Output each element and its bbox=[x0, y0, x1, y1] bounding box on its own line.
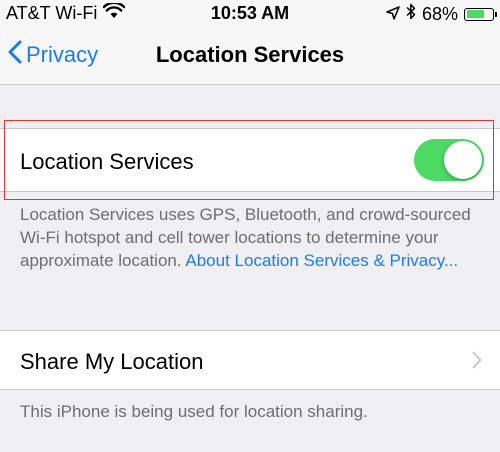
location-services-description: Location Services uses GPS, Bluetooth, a… bbox=[20, 203, 480, 272]
share-location-footer: This iPhone is being used for location s… bbox=[20, 402, 368, 421]
status-bar: AT&T Wi-Fi 10:53 AM 68% bbox=[0, 0, 500, 28]
location-services-label: Location Services bbox=[20, 149, 194, 174]
toggle-knob bbox=[444, 141, 482, 179]
page-title: Location Services bbox=[155, 42, 345, 67]
battery-fill bbox=[466, 10, 484, 18]
status-right: 68% bbox=[386, 3, 497, 25]
bluetooth-icon bbox=[406, 3, 416, 25]
battery-icon bbox=[464, 7, 497, 21]
location-services-cell: Location Services bbox=[0, 128, 500, 192]
battery-percent: 68% bbox=[421, 3, 458, 24]
navigation-bar: Privacy Location Services bbox=[0, 28, 500, 85]
share-my-location-label: Share My Location bbox=[20, 349, 204, 374]
about-location-privacy-link[interactable]: About Location Services & Privacy... bbox=[185, 251, 458, 270]
share-my-location-cell[interactable]: Share My Location bbox=[0, 330, 500, 390]
location-services-toggle[interactable] bbox=[414, 139, 484, 181]
chevron-right-icon bbox=[472, 351, 482, 374]
location-arrow-icon bbox=[386, 4, 400, 25]
